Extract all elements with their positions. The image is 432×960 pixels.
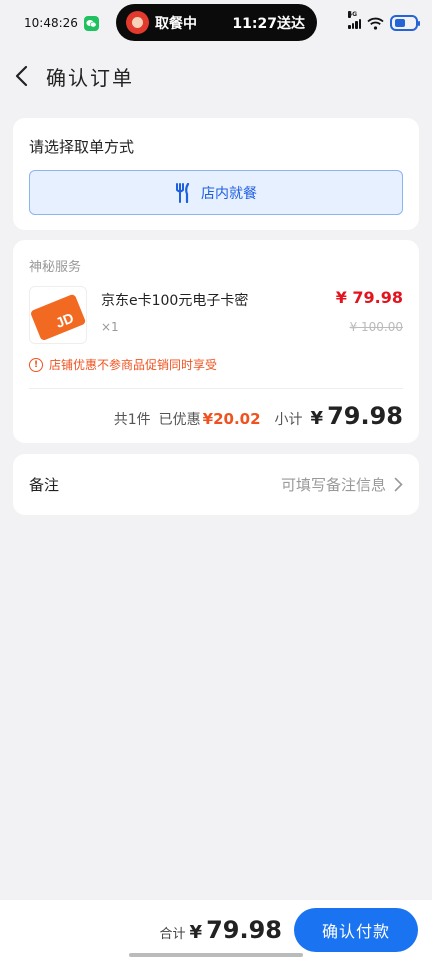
total-currency: ¥ — [189, 922, 203, 943]
checkout-bar: 合计 ¥ 79.98 确认付款 — [0, 900, 432, 960]
promo-warning-text: 店铺优惠不参商品促销同时享受 — [49, 358, 218, 372]
status-time: 10:48:26 — [24, 16, 78, 30]
product-original-price: ¥ 100.00 — [349, 320, 403, 334]
discount-label: 已优惠 — [158, 412, 201, 428]
page-title: 确认订单 — [46, 65, 134, 90]
home-indicator[interactable] — [129, 953, 303, 957]
battery-icon — [390, 15, 420, 31]
warning-icon: ! — [29, 357, 43, 372]
subtotal-label: 小计 — [274, 412, 303, 428]
back-icon[interactable] — [14, 65, 36, 87]
product-quantity: ×1 — [101, 320, 119, 334]
chevron-right-icon — [394, 477, 403, 492]
product-image[interactable]: JD — [29, 286, 87, 344]
dine-in-option[interactable]: 店内就餐 — [29, 170, 403, 215]
product-price: ¥ 79.98 — [335, 288, 403, 307]
pickup-status: 取餐中 — [155, 15, 197, 32]
pickup-method-card: 请选择取单方式 店内就餐 — [13, 118, 419, 230]
remark-row[interactable]: 备注 可填写备注信息 — [13, 454, 419, 515]
delivery-rider-icon — [126, 11, 149, 34]
order-summary: 共1件 已优惠 ¥20.02 小计 ¥ 79.98 — [114, 402, 403, 430]
wechat-icon — [83, 15, 99, 31]
confirm-pay-button[interactable]: 确认付款 — [294, 908, 418, 952]
dine-in-label: 店内就餐 — [201, 185, 257, 202]
promo-warning: ! 店铺优惠不参商品促销同时享受 — [29, 356, 217, 373]
divider — [29, 388, 403, 389]
signal-icon: 5G — [348, 11, 361, 29]
fork-knife-icon — [176, 182, 190, 203]
remark-placeholder: 可填写备注信息 — [280, 476, 386, 494]
shop-name: 神秘服务 — [29, 260, 82, 275]
live-activity-pill[interactable]: 取餐中 11:27送达 — [116, 4, 317, 41]
subtotal-currency: ¥ — [310, 408, 324, 429]
item-count: 共1件 — [113, 412, 151, 428]
pickup-title: 请选择取单方式 — [29, 138, 135, 156]
remark-label: 备注 — [29, 476, 60, 494]
wifi-icon — [367, 17, 384, 30]
order-card: 神秘服务 JD 京东e卡100元电子卡密 ×1 ¥ 79.98 ¥ 100.00… — [13, 240, 419, 443]
delivery-eta: 11:27送达 — [232, 15, 305, 32]
page-header: 确认订单 — [0, 56, 432, 96]
total-label: 合计 — [159, 927, 186, 942]
subtotal-amount: 79.98 — [327, 402, 403, 430]
discount-amount: ¥20.02 — [202, 410, 261, 428]
order-total: 合计 ¥ 79.98 — [160, 916, 282, 944]
product-name[interactable]: 京东e卡100元电子卡密 — [101, 290, 248, 310]
total-amount: 79.98 — [206, 916, 282, 944]
